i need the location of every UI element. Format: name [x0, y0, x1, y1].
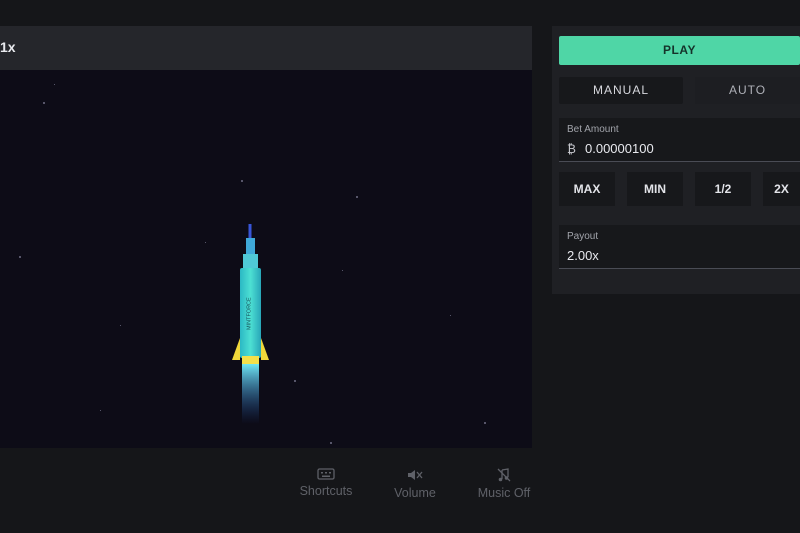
star	[294, 380, 296, 382]
rocket: MINTFORCE	[232, 224, 269, 424]
star	[120, 325, 121, 326]
star	[484, 422, 486, 424]
star	[356, 196, 358, 198]
star	[241, 180, 243, 182]
bet-amount-value-wrap: ₿ 0.00000100	[567, 141, 654, 156]
game-footer: Shortcuts Volume Music Off	[0, 448, 532, 533]
bet-amount-value[interactable]: 0.00000100	[585, 141, 654, 156]
payout-label: Payout	[567, 231, 599, 242]
volume-label: Volume	[394, 486, 436, 500]
star	[205, 242, 206, 243]
double-button[interactable]: 2X	[763, 172, 800, 206]
music-off-icon	[497, 468, 511, 482]
keyboard-icon	[317, 468, 335, 480]
star	[450, 315, 451, 316]
shortcuts-label: Shortcuts	[299, 484, 353, 498]
app-root: 1x MINTFORCE Shortcuts Volume Music Off …	[0, 0, 800, 533]
star	[54, 84, 55, 85]
star	[342, 270, 343, 271]
bet-amount-label: Bet Amount	[567, 124, 619, 135]
music-label: Music Off	[477, 486, 531, 500]
payout-value[interactable]: 2.00x	[567, 248, 599, 263]
max-button[interactable]: MAX	[559, 172, 615, 206]
star	[330, 442, 332, 444]
star	[100, 410, 101, 411]
volume-button[interactable]: Volume	[375, 468, 455, 500]
current-multiplier: 1x	[0, 39, 16, 55]
game-canvas: MINTFORCE	[0, 70, 532, 448]
field-underline	[559, 268, 800, 269]
game-header: 1x	[0, 26, 532, 70]
play-button[interactable]: PLAY	[559, 36, 800, 65]
shortcuts-button[interactable]: Shortcuts	[286, 468, 366, 498]
rocket-brand-text: MINTFORCE	[247, 297, 253, 330]
star	[19, 256, 21, 258]
tab-manual[interactable]: MANUAL	[559, 77, 683, 104]
bet-panel: PLAY MANUAL AUTO Bet Amount ₿ 0.00000100 …	[552, 26, 800, 294]
volume-muted-icon	[408, 470, 423, 480]
music-toggle-button[interactable]: Music Off	[464, 468, 544, 500]
half-button[interactable]: 1/2	[695, 172, 751, 206]
tab-auto[interactable]: AUTO	[695, 77, 800, 104]
field-underline	[559, 161, 800, 162]
bet-amount-field[interactable]: Bet Amount ₿ 0.00000100	[559, 118, 800, 162]
min-button[interactable]: MIN	[627, 172, 683, 206]
star	[43, 102, 45, 104]
bitcoin-icon: ₿	[567, 142, 576, 156]
payout-field[interactable]: Payout 2.00x	[559, 225, 800, 269]
